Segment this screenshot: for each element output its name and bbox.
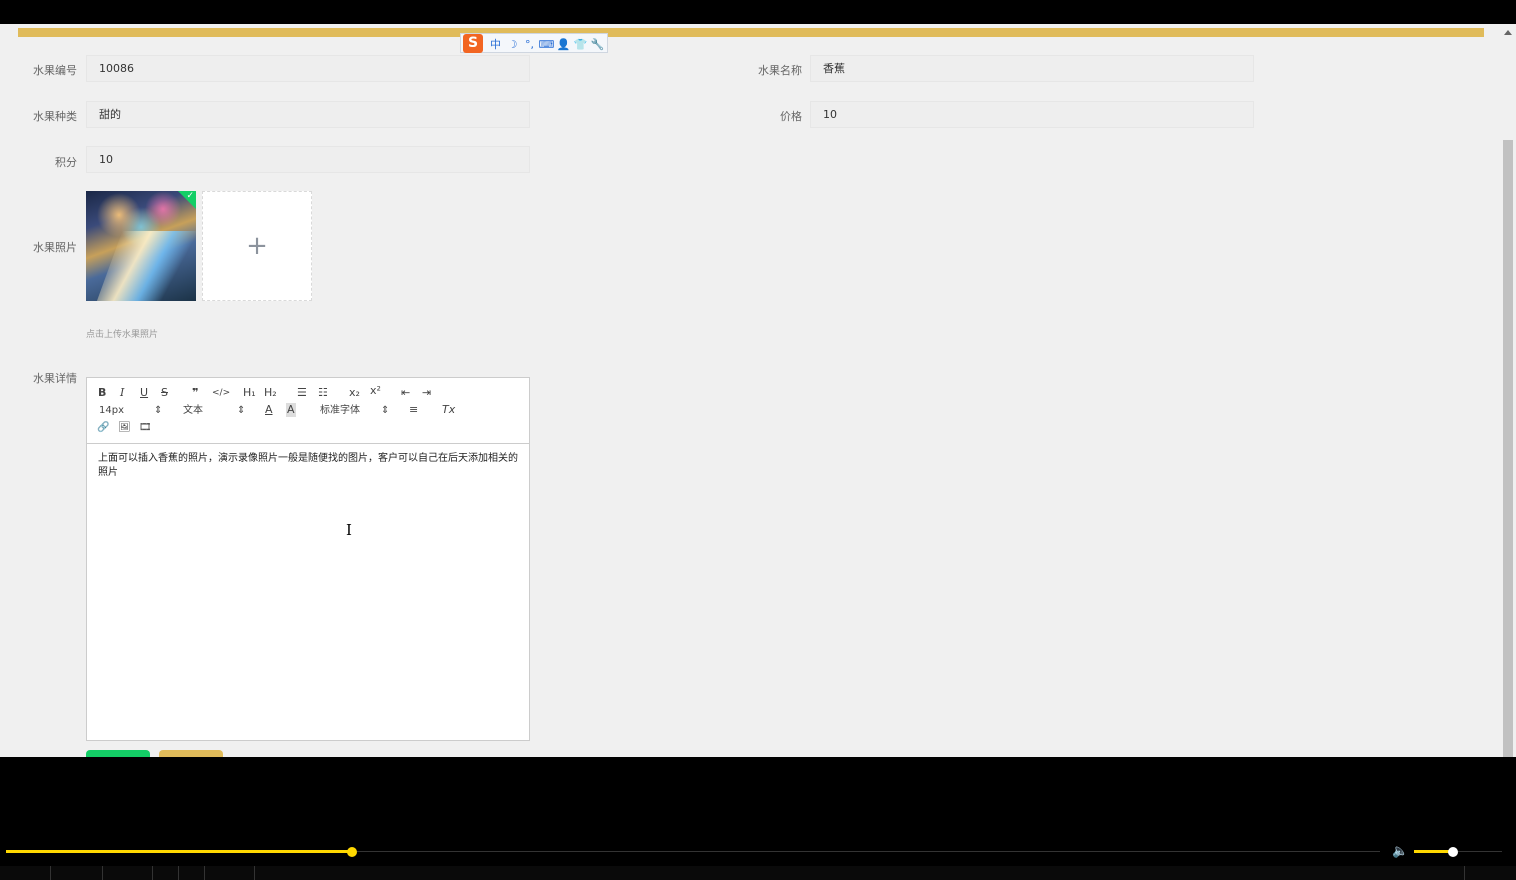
- check-icon: ✓: [186, 191, 194, 201]
- sogou-logo-icon[interactable]: S: [463, 34, 483, 53]
- app-page: 水果编号 10086 水果名称 香蕉 水果种类 甜的 价格 10 积分 10 水…: [0, 24, 1516, 757]
- ime-punctuation-icon[interactable]: °,: [521, 38, 538, 51]
- ime-chinese-mode-icon[interactable]: 中: [487, 36, 504, 52]
- photo-label: 水果照片: [33, 241, 77, 254]
- outdent-icon[interactable]: ⇤: [401, 386, 410, 400]
- page-scrollbar[interactable]: [1500, 24, 1516, 757]
- ime-settings-wrench-icon[interactable]: 🔧: [589, 38, 606, 51]
- points-label: 积分: [55, 156, 77, 169]
- quote-icon[interactable]: ❞: [192, 386, 198, 400]
- fruit-name-input[interactable]: 香蕉: [810, 55, 1254, 82]
- taskbar: [0, 866, 1516, 880]
- bold-icon[interactable]: B: [98, 386, 106, 400]
- indent-icon[interactable]: ⇥: [422, 386, 431, 400]
- taskbar-divider: [102, 866, 103, 880]
- font-size-chevron-icon: ⇕: [154, 405, 163, 416]
- superscript-icon[interactable]: x²: [370, 384, 381, 398]
- font-family-chevron-icon: ⇕: [381, 405, 390, 416]
- volume-fill: [1414, 850, 1453, 853]
- submit-button[interactable]: [86, 750, 150, 757]
- reset-button[interactable]: [159, 750, 223, 757]
- editor-toolbar: B I U S ❞ </> H₁ H₂ ☰ ☷ x₂ x² ⇤ ⇥ 14px ⇕…: [87, 378, 529, 444]
- h1-icon[interactable]: H₁: [243, 386, 256, 400]
- strike-icon[interactable]: S: [161, 386, 168, 400]
- ime-keyboard-icon[interactable]: ⌨: [538, 38, 555, 51]
- fruit-name-label: 水果名称: [758, 64, 802, 77]
- plus-icon: +: [246, 231, 268, 261]
- fruit-type-input[interactable]: 甜的: [86, 101, 530, 128]
- ime-skin-icon[interactable]: 👕: [572, 38, 589, 51]
- fruit-type-label: 水果种类: [33, 110, 77, 123]
- rich-text-editor[interactable]: B I U S ❞ </> H₁ H₂ ☰ ☷ x₂ x² ⇤ ⇥ 14px ⇕…: [86, 377, 530, 741]
- scroll-thumb[interactable]: [1503, 140, 1513, 757]
- scroll-up-arrow-icon[interactable]: [1504, 30, 1512, 35]
- header-select[interactable]: 文本: [183, 404, 203, 418]
- code-icon[interactable]: </>: [212, 386, 230, 400]
- background-color-icon[interactable]: A: [286, 403, 296, 417]
- progress-knob[interactable]: [347, 847, 358, 857]
- taskbar-divider: [50, 866, 51, 880]
- price-input[interactable]: 10: [810, 101, 1254, 128]
- underline-icon[interactable]: U: [140, 386, 148, 400]
- fruit-id-input[interactable]: 10086: [86, 55, 530, 82]
- align-icon[interactable]: ≡: [409, 403, 418, 417]
- volume-knob[interactable]: [1447, 847, 1458, 857]
- italic-icon[interactable]: I: [120, 386, 124, 400]
- taskbar-divider: [254, 866, 255, 880]
- clean-format-icon[interactable]: Tx: [442, 403, 455, 417]
- taskbar-divider: [178, 866, 179, 880]
- uploaded-fruit-photo[interactable]: ✓: [86, 191, 196, 301]
- taskbar-divider: [152, 866, 153, 880]
- price-label: 价格: [780, 110, 802, 123]
- text-cursor-icon: I: [346, 521, 352, 539]
- taskbar-divider: [204, 866, 205, 880]
- photo-upload-button[interactable]: +: [202, 191, 312, 301]
- link-icon[interactable]: 🔗: [97, 421, 109, 435]
- ime-moon-icon[interactable]: ☽: [504, 38, 521, 51]
- ordered-list-icon[interactable]: ☰: [297, 386, 307, 400]
- text-color-icon[interactable]: A: [265, 403, 273, 417]
- ime-user-icon[interactable]: 👤: [555, 38, 572, 51]
- points-input[interactable]: 10: [86, 146, 530, 173]
- bullet-list-icon[interactable]: ☷: [318, 386, 328, 400]
- ime-toolbar[interactable]: S 中 ☽ °, ⌨ 👤 👕 🔧: [460, 33, 608, 53]
- header-chevron-icon: ⇕: [237, 405, 246, 416]
- top-accent-bar: [18, 28, 1484, 37]
- subscript-icon[interactable]: x₂: [349, 386, 360, 400]
- progress-fill: [6, 850, 353, 853]
- video-icon[interactable]: 🎞: [139, 421, 152, 435]
- photo-upload-tip: 点击上传水果照片: [86, 330, 159, 340]
- h2-icon[interactable]: H₂: [264, 386, 277, 400]
- image-icon[interactable]: 🖼: [118, 421, 131, 435]
- editor-content[interactable]: 上面可以插入香蕉的照片，演示录像照片一般是随便找的图片，客户可以自己在后天添加相…: [98, 452, 518, 480]
- font-family-select[interactable]: 标准字体: [320, 404, 360, 418]
- fruit-id-label: 水果编号: [33, 64, 77, 77]
- volume-icon[interactable]: 🔈: [1392, 844, 1408, 859]
- detail-label: 水果详情: [33, 372, 77, 385]
- ime-items: 中 ☽ °, ⌨ 👤 👕 🔧: [487, 36, 606, 52]
- font-size-select[interactable]: 14px: [99, 404, 124, 418]
- taskbar-divider: [1464, 866, 1465, 880]
